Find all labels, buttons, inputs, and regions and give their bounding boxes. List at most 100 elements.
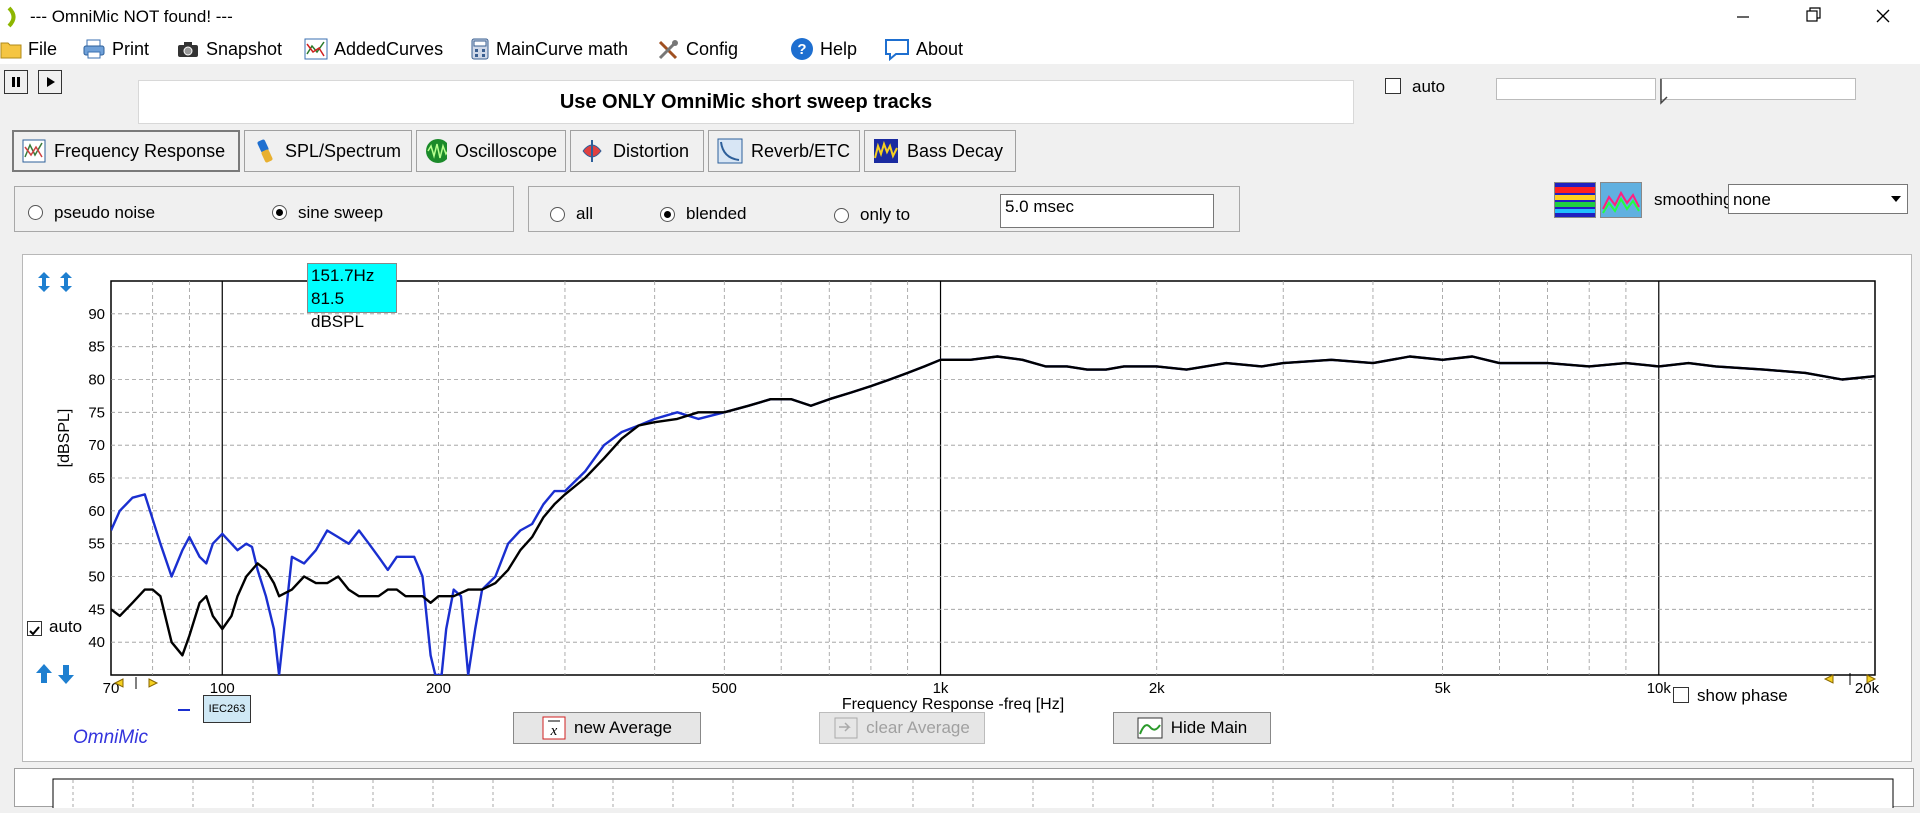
legend-tag[interactable]: IEC263 — [203, 695, 251, 723]
radio-only-to[interactable] — [834, 208, 849, 223]
y-tick-label: 85 — [88, 339, 105, 356]
distortion-icon — [582, 140, 602, 162]
radio-sine-sweep-label: sine sweep — [298, 203, 384, 222]
tools-icon — [658, 40, 678, 60]
tab-oscilloscope[interactable]: Oscilloscope — [416, 130, 566, 172]
cursor-readout: 151.7Hz 81.5 dBSPL — [307, 263, 397, 331]
folder-icon — [0, 42, 22, 59]
close-icon — [1876, 9, 1890, 23]
frequency-response-icon — [22, 139, 46, 163]
x-tick-label: 200 — [426, 680, 451, 697]
legend-swatch — [178, 709, 190, 711]
y-zoom-icon[interactable] — [33, 271, 77, 293]
omnimic-app-icon — [7, 6, 16, 28]
spectrogram-icon — [1555, 183, 1595, 217]
slider-thumb-icon — [1660, 79, 1668, 105]
sound-meter-icon — [257, 139, 273, 163]
hide-main-button[interactable]: Hide Main — [1113, 712, 1271, 744]
frequency-response-chart[interactable]: 404550556065707580859070 100 200 500 1k 2k 5k 1… — [23, 255, 1913, 763]
radio-sine-sweep[interactable] — [272, 205, 287, 220]
gate-time-input[interactable]: 5.0 msec — [1000, 194, 1214, 228]
pause-button[interactable] — [4, 70, 28, 94]
restore-icon — [1806, 7, 1821, 22]
bass-decay-icon — [874, 139, 898, 163]
smoothing-value: none — [1733, 190, 1771, 209]
top-auto-label: auto — [1412, 77, 1446, 96]
tab-spl-spectrum[interactable]: SPL/Spectrum — [244, 130, 412, 172]
radio-all-label: all — [576, 204, 594, 223]
color-map-button[interactable] — [1554, 182, 1596, 218]
menu-print-label: Print — [112, 38, 150, 59]
menu-maincurve-math-label: MainCurve math — [496, 38, 629, 59]
y-scroll-icon[interactable] — [33, 663, 77, 685]
tab-frequency-response[interactable]: Frequency Response — [12, 130, 240, 172]
new-average-button[interactable]: x new Average — [513, 712, 701, 744]
y-tick-label: 40 — [88, 634, 105, 651]
reverb-icon — [717, 138, 743, 164]
menu-snapshot[interactable]: Snapshot — [176, 37, 282, 61]
clear-average-icon — [834, 717, 858, 739]
instruction-banner: Use ONLY OmniMic short sweep tracks — [138, 80, 1354, 124]
x-tick-label: 10k — [1647, 680, 1672, 697]
help-icon: ? — [791, 38, 813, 60]
y-axis-label: [dBSPL] — [56, 409, 73, 468]
oscilloscope-icon — [426, 139, 447, 163]
radio-blended-label: blended — [686, 204, 747, 223]
radio-only-to-label: only to — [860, 205, 911, 224]
waterfall-button[interactable] — [1600, 182, 1642, 218]
close-button[interactable] — [1860, 0, 1906, 34]
menu-maincurve-math[interactable]: MainCurve math — [470, 37, 628, 61]
calculator-icon — [471, 38, 489, 60]
smoothing-select[interactable]: none — [1728, 184, 1908, 214]
menu-file[interactable]: File — [0, 37, 57, 61]
level-slider-1[interactable] — [1496, 78, 1656, 100]
bottom-chart-panel — [14, 768, 1914, 813]
svg-text:?: ? — [797, 41, 806, 58]
y-tick-label: 60 — [88, 503, 105, 520]
menu-config[interactable]: Config — [656, 37, 738, 61]
title-bar: --- OmniMic NOT found! --- — [0, 0, 1920, 34]
y-tick-label: 55 — [88, 536, 105, 553]
restore-button[interactable] — [1790, 0, 1836, 34]
show-phase-label: show phase — [1697, 686, 1788, 705]
show-phase-checkbox[interactable] — [1673, 687, 1689, 703]
play-button[interactable] — [38, 70, 62, 94]
new-average-label: new Average — [574, 718, 672, 737]
menu-print[interactable]: Print — [82, 37, 149, 61]
menu-bar: File Print Snapshot AddedCurves MainCurv… — [0, 34, 1920, 64]
level-slider-2[interactable] — [1660, 78, 1856, 105]
top-auto-checkbox[interactable] — [1385, 78, 1401, 94]
tab-reverb-etc[interactable]: Reverb/ETC — [708, 130, 860, 172]
menu-config-label: Config — [686, 38, 739, 59]
radio-all[interactable] — [550, 207, 565, 222]
clear-average-button[interactable]: clear Average — [819, 712, 985, 744]
tab-distortion[interactable]: Distortion — [570, 130, 704, 172]
tab-distortion-label: Distortion — [613, 140, 690, 161]
radio-blended[interactable] — [660, 207, 675, 222]
radio-pseudo-noise-label: pseudo noise — [54, 203, 156, 222]
curve-icon — [1137, 717, 1163, 739]
printer-icon — [83, 39, 105, 59]
tab-bass-decay-label: Bass Decay — [907, 140, 1004, 161]
x-tick-label: 1k — [933, 680, 949, 697]
chart-auto-label: auto — [49, 617, 83, 636]
menu-addedcurves[interactable]: AddedCurves — [304, 37, 443, 61]
cursor-level: 81.5 dBSPL — [311, 289, 364, 331]
tab-bass-decay[interactable]: Bass Decay — [864, 130, 1016, 172]
banner-text: Use ONLY OmniMic short sweep tracks — [559, 90, 933, 113]
check-icon — [29, 626, 40, 636]
menu-help-label: Help — [820, 38, 858, 59]
smoothing-label: smoothing — [1654, 190, 1733, 209]
pause-icon — [12, 77, 20, 87]
tab-reverb-etc-label: Reverb/ETC — [751, 140, 851, 161]
menu-help[interactable]: ? Help — [790, 37, 857, 61]
tab-oscilloscope-label: Oscilloscope — [454, 140, 557, 161]
menu-addedcurves-label: AddedCurves — [334, 38, 444, 59]
chevron-down-icon — [1891, 196, 1901, 202]
chart-auto-checkbox[interactable] — [27, 621, 42, 636]
menu-about[interactable]: About — [884, 37, 963, 61]
play-icon — [47, 77, 55, 87]
radio-pseudo-noise[interactable] — [28, 205, 43, 220]
minimize-button[interactable] — [1720, 0, 1766, 34]
svg-text:x: x — [550, 723, 558, 739]
